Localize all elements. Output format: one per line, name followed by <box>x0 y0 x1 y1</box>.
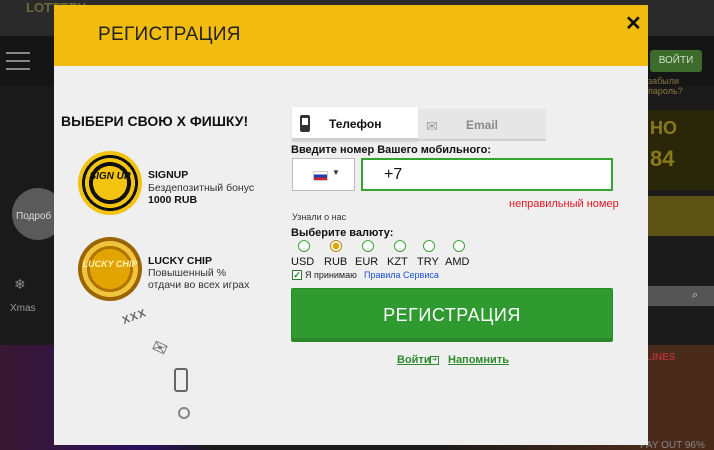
phone-icon <box>174 368 188 392</box>
bg-forgot-link[interactable]: забыли пароль? <box>648 76 714 96</box>
signup-bonus-description: Бездепозитный бонус <box>148 182 255 194</box>
phone-input[interactable] <box>361 158 613 191</box>
close-icon[interactable]: ✕ <box>625 11 642 36</box>
circle-icon <box>178 407 190 419</box>
service-rules-link[interactable]: Правила Сервиса <box>364 270 439 280</box>
bg-promo-label: Подроб <box>16 211 52 222</box>
lucky-bonus-description-2: отдачи во всех играх <box>148 279 250 291</box>
bg-lines-label: LINES <box>646 352 676 363</box>
search-icon: ⌕ <box>692 289 699 301</box>
agree-label: Я принимаю <box>305 270 357 280</box>
signup-chip-icon: SIGN UP <box>78 151 142 215</box>
signup-bonus-amount: 1000 RUB <box>148 194 198 206</box>
heard-about-us-link[interactable]: Узнали о нас <box>292 212 346 222</box>
currency-radio-try[interactable] <box>423 240 435 252</box>
signup-bonus-name: SIGNUP <box>148 169 189 181</box>
lucky-bonus-name: LUCKY CHIP <box>148 255 212 267</box>
currency-option-usd: USD <box>291 256 315 268</box>
bg-search-field <box>648 286 714 306</box>
tab-email[interactable]: ✉ Email <box>418 109 546 141</box>
registration-modal: РЕГИСТРАЦИЯ ✕ ВЫБЕРИ СВОЮ Х ФИШКУ! SIGN … <box>54 5 648 445</box>
bg-banner-button <box>648 196 714 236</box>
modal-header: РЕГИСТРАЦИЯ ✕ <box>54 5 648 66</box>
agree-checkbox[interactable]: ✓ <box>292 270 302 280</box>
chevron-down-icon: ▼ <box>332 168 340 177</box>
russia-flag-icon <box>313 171 328 181</box>
tab-phone[interactable]: Телефон <box>292 107 418 141</box>
currency-radio-amd[interactable] <box>453 240 465 252</box>
envelope-icon: ✉ <box>148 335 171 361</box>
hamburger-menu-icon[interactable] <box>6 52 30 76</box>
currency-label: Выберите валюту: <box>291 227 394 239</box>
currency-radio-kzt[interactable] <box>394 240 406 252</box>
currency-option-kzt: KZT <box>387 256 408 268</box>
lucky-bonus-description-1: Повышенный % <box>148 267 227 279</box>
bg-banner-text-2: 84 <box>650 146 675 171</box>
bg-payout-label: PAY OUT 96% <box>640 440 705 450</box>
currency-radio-eur[interactable] <box>362 240 374 252</box>
mobile-phone-icon <box>300 115 310 132</box>
bg-login-button[interactable]: ВОЙТИ <box>650 50 702 72</box>
phone-field-label: Введите номер Вашего мобильного: <box>291 144 491 156</box>
modal-title: РЕГИСТРАЦИЯ <box>98 24 241 45</box>
envelope-icon: ✉ <box>426 118 438 134</box>
country-code-select[interactable]: ▼ <box>292 158 355 191</box>
bg-xmas-label[interactable]: Xmas <box>10 303 36 314</box>
currency-option-amd: AMD <box>445 256 470 268</box>
tab-phone-label: Телефон <box>329 117 382 131</box>
login-link[interactable]: Войти <box>397 354 431 366</box>
currency-option-rub: RUB <box>324 256 348 268</box>
currency-radio-usd[interactable] <box>298 240 310 252</box>
bg-banner-text-1: НО <box>650 118 677 138</box>
currency-option-try: TRY <box>417 256 439 268</box>
promo-title: ВЫБЕРИ СВОЮ Х ФИШКУ! <box>61 113 249 129</box>
login-arrow-icon: ➜ <box>430 356 439 365</box>
phone-error-message: неправильный номер <box>509 198 619 210</box>
currency-option-eur: EUR <box>355 256 379 268</box>
lucky-chip-text: LUCKY CHIP <box>82 259 138 269</box>
snowflake-icon: ❄ <box>14 276 26 292</box>
signup-chip-text: SIGN UP <box>89 171 131 182</box>
tab-email-label: Email <box>466 118 499 132</box>
register-button[interactable]: РЕГИСТРАЦИЯ <box>291 288 613 342</box>
decor-xxx: XXX <box>120 307 149 327</box>
lucky-chip-icon: LUCKY CHIP <box>78 237 142 301</box>
currency-radio-rub[interactable] <box>330 240 342 252</box>
remind-password-link[interactable]: Напомнить <box>448 354 509 366</box>
